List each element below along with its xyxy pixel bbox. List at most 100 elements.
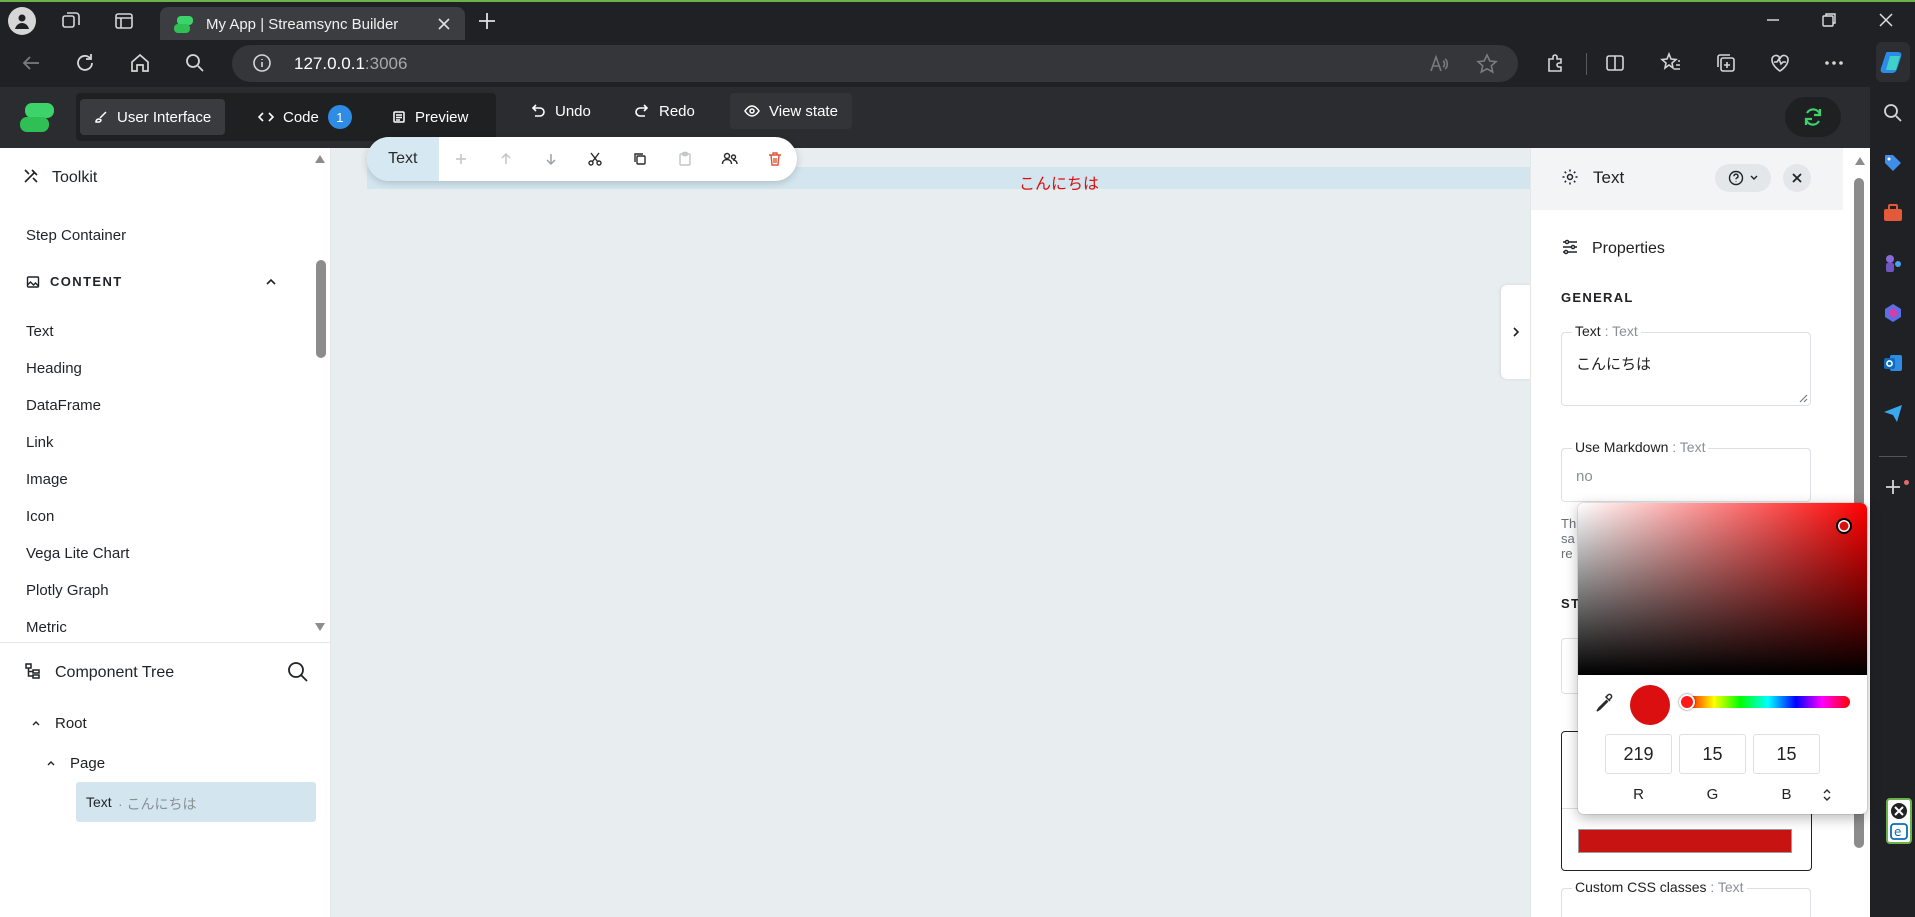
saturation-handle[interactable]: [1836, 518, 1852, 534]
add-icon[interactable]: [439, 137, 484, 181]
move-down-icon[interactable]: [528, 137, 573, 181]
hue-slider[interactable]: [1686, 696, 1850, 708]
chevron-up-icon[interactable]: [266, 278, 276, 286]
page-chevron-icon[interactable]: [46, 759, 56, 767]
scroll-down-icon[interactable]: [314, 622, 326, 632]
green-label: G: [1706, 786, 1719, 803]
collapse-panel-button[interactable]: [1501, 285, 1530, 379]
tree-node-text-selected[interactable]: Text · こんにちは: [76, 782, 316, 822]
format-toggle-icon[interactable]: [1822, 788, 1832, 802]
url-bar[interactable]: 127.0.0.1:3006: [232, 45, 1518, 82]
paste-icon[interactable]: [663, 137, 708, 181]
toolkit-item-vega-lite-chart[interactable]: Vega Lite Chart: [26, 545, 129, 562]
settings-title: Text: [1593, 168, 1625, 187]
image-icon: [26, 275, 40, 289]
toolkit-item-metric[interactable]: Metric: [26, 619, 67, 636]
toolkit-item-icon[interactable]: Icon: [26, 508, 54, 525]
blue-value-input[interactable]: 15: [1753, 734, 1820, 774]
toolkit-item-dataframe[interactable]: DataFrame: [26, 397, 101, 414]
general-section-label: GENERAL: [1561, 290, 1634, 305]
resize-handle-icon[interactable]: [1798, 393, 1808, 403]
eyedropper-icon[interactable]: [1594, 693, 1614, 713]
help-dropdown-button[interactable]: [1715, 164, 1771, 192]
add-sidebar-app-icon[interactable]: [1882, 476, 1904, 498]
toolkit-scrollbar-thumb[interactable]: [316, 260, 326, 358]
more-menu-icon[interactable]: [1823, 52, 1845, 74]
view-state-button[interactable]: View state: [730, 93, 852, 129]
sync-status-button[interactable]: [1785, 97, 1841, 137]
microsoft-365-icon[interactable]: [1882, 302, 1904, 324]
sidebar-search-icon[interactable]: [1882, 102, 1904, 124]
redo-button[interactable]: Redo: [620, 93, 709, 129]
svg-text:e: e: [1894, 825, 1901, 839]
delete-trash-icon[interactable]: [752, 137, 797, 181]
color-picker-popover: 219 15 15 R G B: [1578, 503, 1867, 814]
shopping-tag-icon[interactable]: [1882, 152, 1904, 174]
code-button[interactable]: Code 1: [244, 99, 366, 135]
close-icon: [1791, 172, 1803, 184]
toolkit-item-heading[interactable]: Heading: [26, 360, 82, 377]
move-up-icon[interactable]: [483, 137, 528, 181]
browser-tab-active[interactable]: My App | Streamsync Builder: [160, 7, 465, 42]
outlook-icon[interactable]: [1882, 352, 1904, 374]
toolkit-item-step-container[interactable]: Step Container: [26, 227, 126, 244]
redo-label: Redo: [659, 102, 695, 120]
vertical-tabs-icon[interactable]: [113, 10, 135, 32]
scroll-up-icon[interactable]: [314, 154, 326, 164]
games-icon[interactable]: [1882, 252, 1904, 274]
undo-button[interactable]: Undo: [516, 93, 605, 129]
home-icon[interactable]: [129, 52, 151, 74]
text-property-input[interactable]: こんにちは: [1576, 353, 1651, 374]
workspaces-icon[interactable]: [60, 10, 82, 32]
send-plane-icon[interactable]: [1882, 402, 1904, 424]
go-to-parent-icon[interactable]: [707, 137, 752, 181]
markdown-property-input[interactable]: no: [1576, 468, 1593, 485]
close-tab-icon[interactable]: [436, 16, 452, 32]
back-arrow-icon[interactable]: [20, 52, 42, 74]
red-value-input[interactable]: 219: [1605, 734, 1672, 774]
profile-avatar-icon[interactable]: [8, 7, 36, 35]
root-chevron-icon[interactable]: [31, 719, 41, 727]
close-settings-button[interactable]: [1783, 164, 1811, 192]
text-property-field: Text : Text こんにちは: [1561, 323, 1811, 406]
green-value-input[interactable]: 15: [1679, 734, 1746, 774]
restore-window-icon[interactable]: [1820, 11, 1838, 29]
content-section-header[interactable]: CONTENT: [26, 274, 123, 289]
toolkit-item-image[interactable]: Image: [26, 471, 68, 488]
search-icon[interactable]: [184, 52, 206, 74]
copy-icon[interactable]: [618, 137, 663, 181]
copilot-icon[interactable]: [1876, 42, 1910, 82]
toolkit-item-plotly-graph[interactable]: Plotly Graph: [26, 582, 109, 599]
favorite-star-icon[interactable]: [1476, 53, 1498, 75]
tree-node-page[interactable]: Page: [70, 755, 105, 772]
browser-essentials-icon[interactable]: [1769, 52, 1791, 74]
collections-icon[interactable]: [1715, 52, 1737, 74]
panel-divider: [0, 642, 330, 643]
sync-icon: [1802, 106, 1824, 128]
refresh-icon[interactable]: [74, 52, 96, 74]
read-aloud-icon[interactable]: [1428, 53, 1450, 75]
builder-canvas[interactable]: こんにちは Text: [331, 137, 1530, 917]
extensions-icon[interactable]: [1544, 52, 1566, 74]
toolkit-item-text[interactable]: Text: [26, 323, 54, 340]
close-window-icon[interactable]: [1877, 11, 1895, 29]
edge-extension-widget-icon[interactable]: e: [1886, 798, 1912, 844]
cut-icon[interactable]: [573, 137, 618, 181]
user-interface-button[interactable]: User Interface: [80, 99, 226, 135]
tools-briefcase-icon[interactable]: [1882, 202, 1904, 224]
new-tab-icon[interactable]: [476, 10, 498, 32]
properties-title: Properties: [1592, 240, 1665, 257]
tree-node-root[interactable]: Root: [55, 715, 87, 732]
toolkit-item-link[interactable]: Link: [26, 434, 54, 451]
favorites-icon[interactable]: [1660, 52, 1682, 74]
minimize-window-icon[interactable]: [1764, 11, 1782, 29]
color-value-swatch[interactable]: [1578, 829, 1792, 853]
site-info-icon[interactable]: [252, 53, 272, 73]
split-screen-icon[interactable]: [1604, 52, 1626, 74]
tree-search-icon[interactable]: [287, 661, 309, 683]
component-type-label: Text: [367, 137, 439, 181]
hue-slider-handle[interactable]: [1679, 694, 1695, 710]
preview-button[interactable]: Preview: [378, 99, 482, 135]
settings-scroll-up-icon[interactable]: [1854, 156, 1866, 166]
saturation-area[interactable]: [1578, 503, 1867, 675]
